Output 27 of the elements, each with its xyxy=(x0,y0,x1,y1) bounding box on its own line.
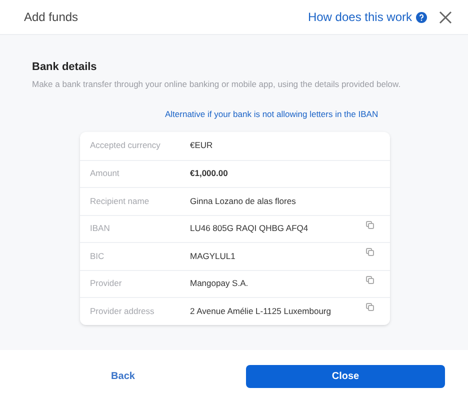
help-link[interactable]: How does this work xyxy=(308,8,427,26)
detail-label: Provider xyxy=(90,277,123,290)
close-button[interactable]: Close xyxy=(246,365,445,388)
dialog-title: Add funds xyxy=(24,9,78,26)
detail-value: €1,000.00 xyxy=(190,167,229,180)
help-icon xyxy=(416,12,427,22)
detail-label: BIC xyxy=(90,250,106,263)
detail-label: Recipient name xyxy=(90,194,150,208)
detail-label: Amount xyxy=(90,167,120,180)
back-button[interactable]: Back xyxy=(0,369,246,384)
detail-value: Ginna Lozano de alas flores xyxy=(190,194,297,208)
detail-value: MAGYLUL1 xyxy=(190,250,236,263)
copy-icon[interactable] xyxy=(366,220,374,229)
detail-label: Provider address xyxy=(90,304,156,318)
alternative-link[interactable]: Alternative if your bank is not allowing letters in the IBAN xyxy=(165,108,436,121)
detail-label: IBAN xyxy=(90,222,111,236)
copy-icon[interactable] xyxy=(366,248,374,256)
detail-label: Accepted currency xyxy=(90,139,162,152)
detail-value: 2 Avenue Amélie L-1125 Luxembourg xyxy=(190,304,332,318)
detail-value: €EUR xyxy=(190,139,214,152)
copy-icon[interactable] xyxy=(366,276,374,284)
section-description: Make a bank transfer through your online banking or mobile app, using the details provided below. xyxy=(32,78,402,90)
close-icon[interactable] xyxy=(439,10,452,24)
copy-icon[interactable] xyxy=(366,303,374,312)
detail-value: LU46 805G RAQI QHBG AFQ4 xyxy=(190,222,310,236)
detail-value: Mangopay S.A. xyxy=(190,277,250,290)
section-title: Bank details xyxy=(32,60,98,75)
